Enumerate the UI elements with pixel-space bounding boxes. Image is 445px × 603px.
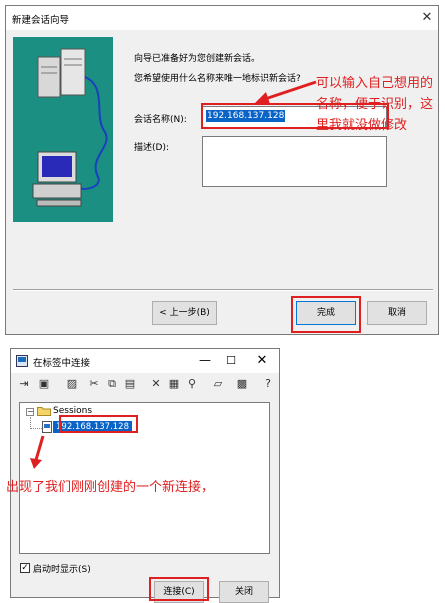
maximize-icon[interactable]: ☐ (223, 353, 239, 369)
cut-icon[interactable]: ✂ (86, 376, 102, 392)
toolbar: ⇥ ▣ ▨ ✂ ⧉ ▤ ✕ ▦ ⚲ ▱ ▩ ? (14, 376, 278, 396)
help-icon[interactable]: ? (260, 376, 276, 392)
wizard-illustration (13, 37, 113, 222)
folder-icon (37, 407, 51, 416)
image-icon[interactable]: ▨ (64, 376, 80, 392)
session-highlight-box (59, 415, 138, 433)
wizard-title: 新建会话向导 (12, 15, 70, 26)
find-icon[interactable]: ⚲ (184, 376, 200, 392)
collapse-icon[interactable]: − (26, 408, 34, 416)
app-icon (16, 355, 28, 367)
session-file-icon (42, 421, 52, 433)
annotation-arrow-icon (254, 80, 317, 104)
description-label: 描述(D): (134, 143, 169, 153)
connect-annotation: 出现了我们刚刚创建的一个新连接， (6, 480, 215, 495)
copy-icon[interactable]: ⧉ (104, 376, 120, 392)
session-icon[interactable]: ▩ (234, 376, 250, 392)
description-textarea[interactable] (202, 136, 387, 187)
show-on-startup-checkbox[interactable]: ✓ (20, 563, 30, 573)
wizard-titlebar: 新建会话向导 ✕ (6, 6, 438, 30)
finish-highlight-box (291, 296, 361, 333)
show-on-startup-label: 启动时显示(S) (33, 565, 91, 575)
wizard-annotation: 可以输入自己想用的名称，便于识别，这里我就没做修改 (316, 76, 434, 133)
servers-computer-illustration (32, 48, 108, 207)
close-icon[interactable]: ✕ (254, 353, 270, 369)
paste-icon[interactable]: ▤ (122, 376, 138, 392)
close-button[interactable]: 关闭 (219, 581, 269, 603)
delete-icon[interactable]: ✕ (148, 376, 164, 392)
quick-connect-icon[interactable]: ▣ (36, 376, 52, 392)
new-folder-icon[interactable]: ▱ (210, 376, 226, 392)
connect-in-tab-dialog: 在标签中连接 — ☐ ✕ ⇥ ▣ ▨ ✂ ⧉ ▤ ✕ ▦ ⚲ ▱ ▩ ? − S… (10, 348, 280, 603)
session-name-label: 会话名称(N): (134, 115, 187, 125)
tree-line (30, 428, 42, 429)
cancel-button[interactable]: 取消 (367, 301, 427, 325)
connect-icon[interactable]: ⇥ (16, 376, 32, 392)
connect-titlebar: 在标签中连接 — ☐ ✕ (11, 349, 279, 373)
divider (13, 289, 433, 291)
connect-highlight-box (149, 577, 209, 601)
annotation-arrow-icon (30, 435, 45, 469)
new-session-wizard-dialog: 新建会话向导 ✕ 向导已准备好为您创建新会话。 您希望使用什么名称来唯一地标识新… (5, 5, 439, 335)
close-icon[interactable]: ✕ (418, 9, 436, 27)
back-button[interactable]: < 上一步(B) (152, 301, 217, 325)
minimize-icon[interactable]: — (197, 353, 213, 369)
wizard-prompt-line1: 向导已准备好为您创建新会话。 (134, 54, 261, 64)
connect-title: 在标签中连接 (33, 358, 91, 369)
properties-icon[interactable]: ▦ (166, 376, 182, 392)
